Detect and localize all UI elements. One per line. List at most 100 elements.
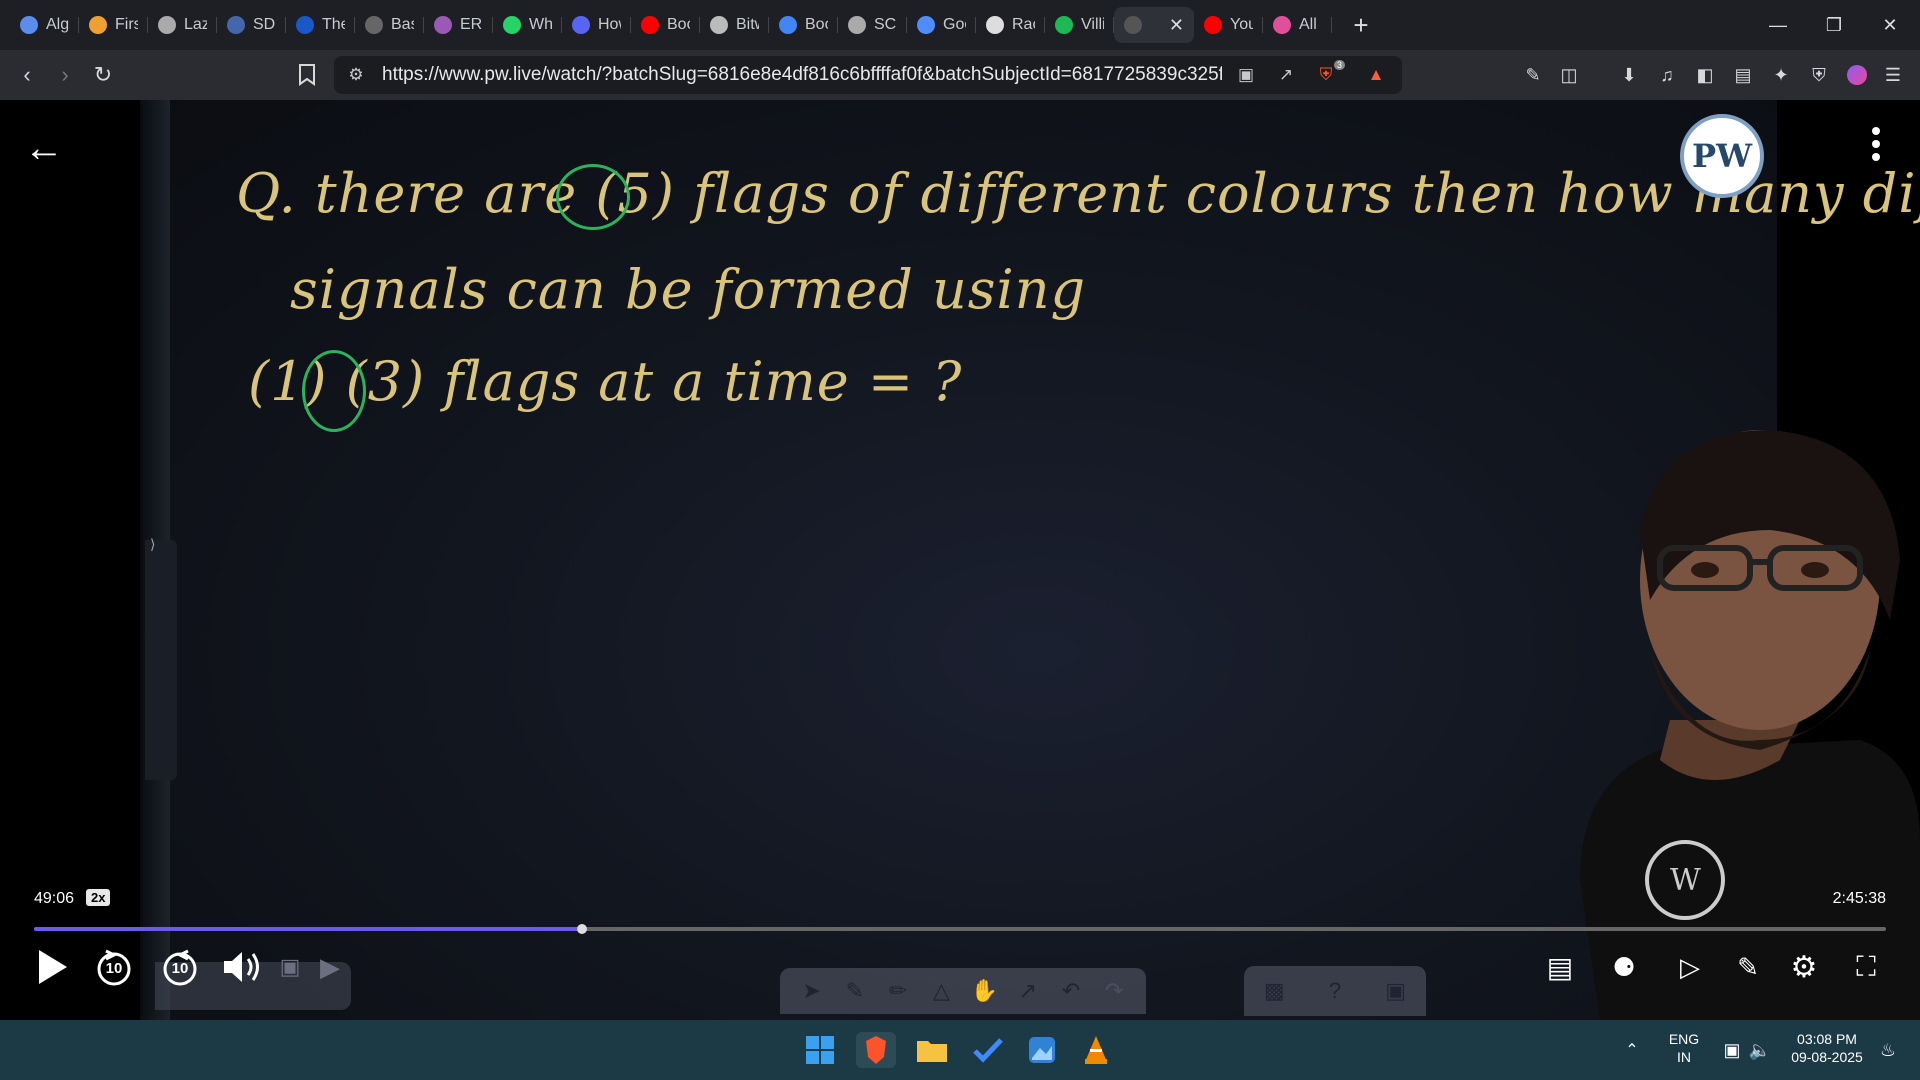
slides-icon[interactable]: ▷ xyxy=(1668,945,1712,989)
extensions-icon[interactable]: ✎ xyxy=(1520,62,1546,88)
fullscreen-icon[interactable]: ⛶ xyxy=(1844,945,1888,989)
browser-tab[interactable]: ✕ xyxy=(1114,7,1194,43)
tab-title: How xyxy=(598,16,621,33)
chatgpt-icon xyxy=(986,16,1004,34)
vpn-icon[interactable]: ⛨ xyxy=(1806,62,1832,88)
forward-icon[interactable]: › xyxy=(48,58,82,92)
browser-tab[interactable]: Rac xyxy=(976,7,1045,43)
vlc-icon[interactable] xyxy=(1076,1032,1116,1068)
brain-icon xyxy=(434,16,452,34)
volume-icon[interactable] xyxy=(220,945,264,989)
share-icon[interactable]: ↗ xyxy=(1274,64,1298,86)
browser-tab[interactable]: Villi xyxy=(1045,7,1114,43)
notification-bell-icon[interactable]: ♨ xyxy=(1868,1032,1908,1068)
clock[interactable]: 03:08 PM 09-08-2025 xyxy=(1786,1030,1868,1066)
m-icon xyxy=(1273,16,1291,34)
notes-icon[interactable]: ✎ xyxy=(1726,945,1770,989)
photos-icon[interactable] xyxy=(1022,1032,1062,1068)
browser-tab[interactable]: How xyxy=(562,7,631,43)
play-icon[interactable] xyxy=(30,945,74,989)
question-line-2: signals can be formed using xyxy=(290,258,1087,321)
undo-tool-icon: ↶ xyxy=(1061,978,1081,1003)
browser-tab[interactable]: Goo xyxy=(907,7,976,43)
calendar-icon[interactable]: ▣ xyxy=(268,945,312,989)
more-options-icon[interactable] xyxy=(1868,124,1884,164)
browser-tab[interactable]: Wha xyxy=(493,7,562,43)
close-tab-icon[interactable]: ✕ xyxy=(1169,15,1184,36)
board-actions-bar: ▩ ? ▣ xyxy=(1244,966,1426,1016)
minimize-icon[interactable]: — xyxy=(1750,0,1806,50)
menu-icon[interactable]: ☰ xyxy=(1880,62,1906,88)
tab-title: Boo xyxy=(667,16,690,33)
start-icon[interactable] xyxy=(800,1032,840,1068)
tab-title: Wha xyxy=(529,16,552,33)
google-icon xyxy=(779,16,797,34)
leo-icon[interactable]: ✦ xyxy=(1768,62,1794,88)
url-text[interactable]: https://www.pw.live/watch/?batchSlug=681… xyxy=(382,64,1222,86)
speaker-icon[interactable]: 🔈 xyxy=(1740,1032,1780,1068)
site-settings-icon[interactable]: ⚙ xyxy=(344,64,368,86)
next-icon[interactable]: ▶ xyxy=(308,945,352,989)
board-tools-bar: ➤ ✎ ✏ △ ✋ ↗ ↶ ↷ xyxy=(780,968,1146,1014)
language-indicator[interactable]: ENG IN xyxy=(1664,1030,1704,1066)
back-icon[interactable]: ‹ xyxy=(10,58,44,92)
clock-date: 09-08-2025 xyxy=(1791,1049,1863,1065)
circle-mark-5 xyxy=(556,164,630,230)
browser-tab[interactable]: SCII xyxy=(838,7,907,43)
browser-tab-strip: Alg First Lazy SDL The Basi ERR Wha How Boo Bitw Bo… xyxy=(0,0,1920,50)
back-arrow-icon[interactable]: ← xyxy=(24,126,64,171)
browser-tab[interactable]: Lazy xyxy=(148,7,217,43)
reload-icon[interactable]: ↻ xyxy=(86,58,120,92)
browser-tab[interactable]: All I xyxy=(1263,7,1332,43)
playback-speed-badge[interactable]: 2x xyxy=(86,889,111,906)
cast-icon[interactable]: ▣ xyxy=(1234,64,1258,86)
close-window-icon[interactable]: ✕ xyxy=(1862,0,1918,50)
browser-tab[interactable]: Boo xyxy=(769,7,838,43)
restore-icon[interactable]: ❐ xyxy=(1806,0,1862,50)
browser-tab[interactable]: You xyxy=(1194,7,1263,43)
tab-title: Bitw xyxy=(736,16,759,33)
board-chevron-icon: ⟩ xyxy=(150,536,156,552)
translate-icon[interactable]: ⚈ xyxy=(1602,945,1646,989)
chat-icon[interactable]: ▤ xyxy=(1538,945,1582,989)
video-player[interactable]: ⟩ Q. there are (5) flags of different co… xyxy=(0,100,1920,1020)
tab-title: Rac xyxy=(1012,16,1035,33)
tray-chevron-icon[interactable]: ⌃ xyxy=(1612,1032,1652,1068)
address-bar[interactable]: ⚙ https://www.pw.live/watch/?batchSlug=6… xyxy=(334,56,1402,94)
tab-title: Basi xyxy=(391,16,414,33)
wallet-icon[interactable]: ▤ xyxy=(1730,62,1756,88)
settings-icon[interactable]: ⚙ xyxy=(1782,945,1826,989)
browser-tab[interactable]: Boo xyxy=(631,7,700,43)
browser-tab[interactable]: First xyxy=(79,7,148,43)
clock-time: 03:08 PM xyxy=(1797,1031,1857,1047)
youtube-icon xyxy=(641,16,659,34)
tab-title: ERR xyxy=(460,16,483,33)
brave-rewards-icon[interactable]: ▲ xyxy=(1364,64,1388,86)
profile-icon[interactable] xyxy=(1844,62,1870,88)
browser-toolbar: ‹ › ↻ ⚙ https://www.pw.live/watch/?batch… xyxy=(0,50,1920,100)
forward-10-icon[interactable]: 10 xyxy=(158,945,202,989)
browser-tab[interactable]: ERR xyxy=(424,7,493,43)
sidebar-icon[interactable]: ◧ xyxy=(1692,62,1718,88)
browser-tab[interactable]: Basi xyxy=(355,7,424,43)
brave-browser-icon[interactable] xyxy=(856,1032,896,1068)
progress-bar[interactable] xyxy=(34,924,1886,934)
rewind-10-icon[interactable]: 10 xyxy=(92,945,136,989)
browser-tab[interactable]: SDL xyxy=(217,7,286,43)
file-explorer-icon[interactable] xyxy=(912,1032,952,1068)
browser-tab[interactable]: Bitw xyxy=(700,7,769,43)
youtube-icon xyxy=(1204,16,1222,34)
new-tab-button[interactable]: + xyxy=(1346,10,1376,41)
cursor-tool-icon: ➤ xyxy=(802,978,821,1003)
browser-tab[interactable]: The xyxy=(286,7,355,43)
bookmark-icon[interactable] xyxy=(290,58,324,92)
shield-badge: 3 xyxy=(1334,60,1346,70)
tab-title: First xyxy=(115,16,138,33)
todo-icon[interactable] xyxy=(968,1032,1008,1068)
reader-icon[interactable]: ◫ xyxy=(1556,62,1582,88)
tab-title: Lazy xyxy=(184,16,207,33)
download-icon[interactable]: ⬇ xyxy=(1616,62,1642,88)
book-icon xyxy=(227,16,245,34)
browser-tab[interactable]: Alg xyxy=(10,7,79,43)
music-icon[interactable]: ♫ xyxy=(1654,62,1680,88)
